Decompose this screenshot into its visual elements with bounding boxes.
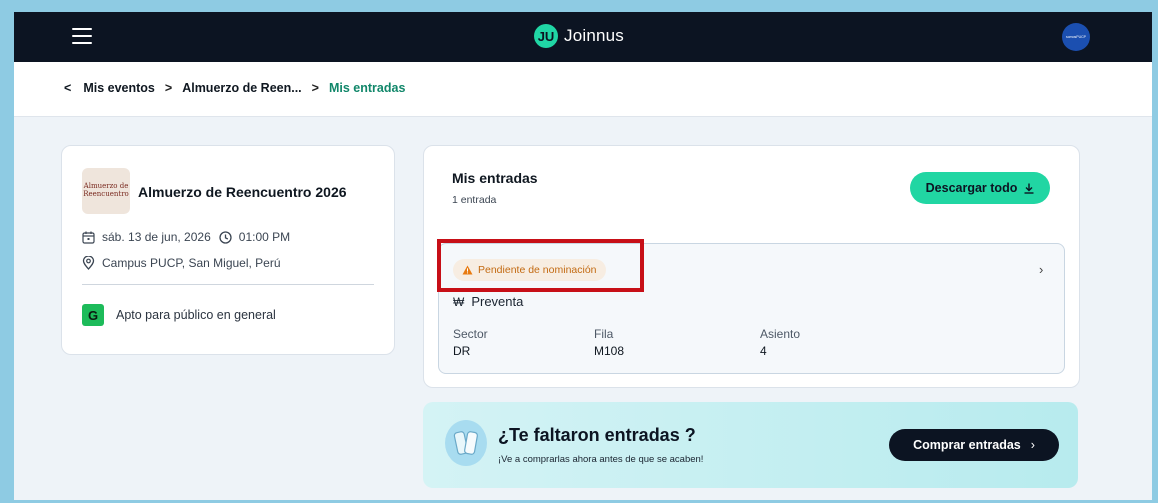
event-thumbnail: Almuerzo de Reencuentro (82, 168, 130, 214)
ticket-type-icon: ₩ (453, 294, 465, 309)
clock-icon (219, 230, 232, 244)
event-date: sáb. 13 de jun, 2026 (102, 230, 211, 244)
row-value: M108 (594, 344, 625, 358)
event-datetime: sáb. 13 de jun, 2026 01:00 PM (82, 230, 290, 244)
buy-more-banner: ¿Te faltaron entradas ? ¡Ve a comprarlas… (423, 402, 1078, 488)
rating-badge: G (82, 304, 104, 326)
breadcrumb-mis-eventos[interactable]: Mis eventos (83, 81, 155, 95)
location-pin-icon (82, 256, 95, 270)
download-all-button[interactable]: Descargar todo (910, 172, 1050, 204)
back-chevron-icon[interactable]: < (64, 81, 71, 95)
download-all-label: Descargar todo (925, 181, 1018, 195)
event-card: Almuerzo de Reencuentro Almuerzo de Reen… (61, 145, 395, 355)
rating-text: Apto para público en general (116, 308, 276, 322)
chevron-right-icon: › (1030, 438, 1035, 452)
menu-icon[interactable] (72, 28, 92, 44)
breadcrumb-separator: > (311, 81, 319, 95)
breadcrumb-event[interactable]: Almuerzo de Reen... (182, 81, 301, 95)
breadcrumb-bar: < Mis eventos > Almuerzo de Reen... > Mi… (14, 62, 1152, 117)
status-text: Pendiente de nominación (478, 264, 597, 276)
event-time: 01:00 PM (238, 230, 291, 244)
calendar-icon (82, 231, 95, 244)
buy-tickets-button[interactable]: Comprar entradas › (889, 429, 1059, 461)
event-location-text: Campus PUCP, San Miguel, Perú (102, 256, 281, 270)
chevron-right-icon[interactable]: › (1039, 262, 1043, 277)
download-icon (1024, 183, 1034, 194)
tickets-illustration-icon (445, 420, 487, 466)
sector-label: Sector (453, 327, 488, 341)
event-location: Campus PUCP, San Miguel, Perú (82, 256, 281, 270)
banner-subtitle: ¡Ve a comprarlas ahora antes de que se a… (498, 454, 704, 465)
breadcrumb-current: Mis entradas (328, 81, 406, 95)
ticket-type-label: Preventa (471, 294, 524, 309)
sector-value: DR (453, 344, 471, 358)
app-frame: JU Joinnus somosPUCP < Mis eventos > Alm… (14, 12, 1152, 500)
logo-icon: JU (534, 24, 558, 48)
top-navbar: JU Joinnus somosPUCP (14, 12, 1152, 62)
seat-value: 4 (760, 344, 767, 358)
row-label: Fila (594, 327, 614, 341)
ticket-type: ₩ Preventa (453, 294, 523, 309)
breadcrumb: < Mis eventos > Almuerzo de Reen... > Mi… (64, 81, 405, 95)
warning-icon (462, 265, 473, 275)
seat-label: Asiento (760, 327, 801, 341)
logo[interactable]: JU Joinnus (534, 22, 624, 50)
divider (82, 284, 374, 285)
buy-tickets-label: Comprar entradas (913, 438, 1021, 452)
tickets-count: 1 entrada (452, 194, 497, 206)
status-badge: Pendiente de nominación (453, 259, 606, 281)
logo-text: Joinnus (564, 26, 624, 45)
tickets-card: Mis entradas 1 entrada Descargar todo Pe… (423, 145, 1080, 388)
event-title: Almuerzo de Reencuentro 2026 (138, 184, 347, 200)
tickets-title: Mis entradas (452, 170, 538, 186)
avatar[interactable]: somosPUCP (1062, 23, 1090, 51)
ticket-item[interactable]: Pendiente de nominación › ₩ Preventa Sec… (437, 239, 1065, 374)
banner-title: ¿Te faltaron entradas ? (498, 425, 696, 445)
breadcrumb-separator: > (164, 81, 173, 95)
